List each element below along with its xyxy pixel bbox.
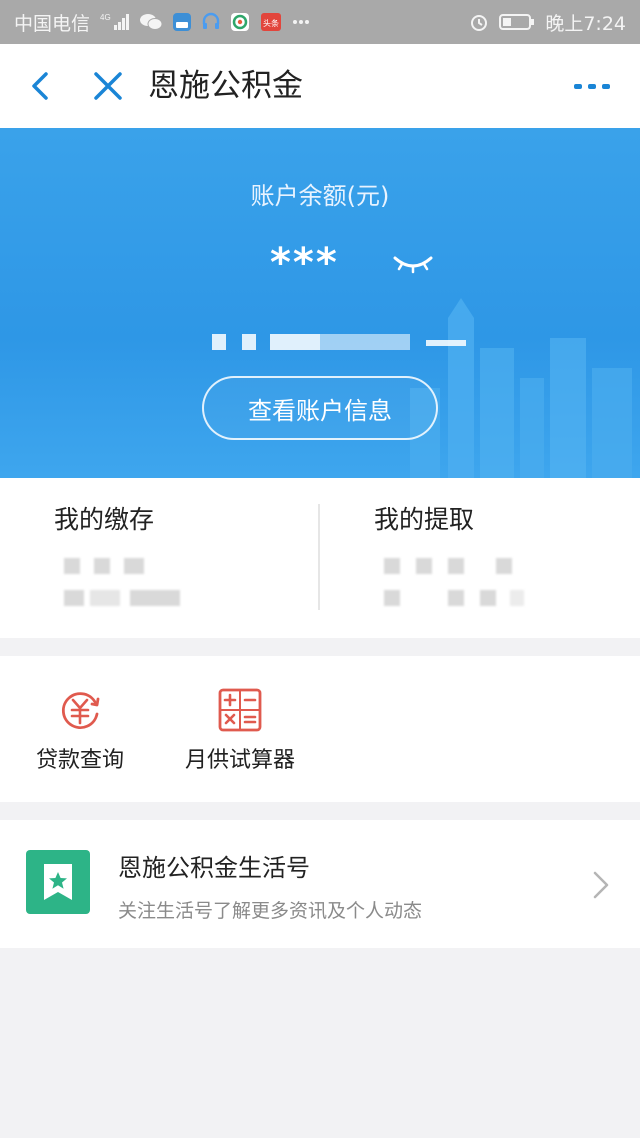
bookmark-star-icon	[44, 864, 72, 900]
chevron-right-icon	[593, 871, 609, 899]
app-icon	[172, 12, 192, 32]
account-banner: 账户余额(元) *** 查看账户信息	[0, 128, 640, 478]
my-withdrawal-card[interactable]: 我的提取	[320, 478, 640, 638]
my-deposit-label: 我的缴存	[54, 505, 155, 534]
carrier-label: 中国电信	[14, 12, 91, 35]
loan-query-button[interactable]: 贷款查询	[0, 656, 160, 802]
wechat-icon	[140, 13, 163, 31]
deposit-value-masked	[54, 558, 174, 574]
account-number-masked	[212, 330, 472, 352]
battery-icon	[499, 13, 535, 31]
eye-closed-icon	[393, 256, 433, 274]
browser-icon	[230, 12, 250, 32]
svg-text:头条: 头条	[263, 18, 279, 28]
deposit-date-masked	[54, 590, 194, 606]
monthly-payment-calculator-button[interactable]: 月供试算器	[160, 656, 320, 802]
close-icon	[94, 72, 122, 100]
headset-icon	[202, 12, 220, 32]
life-account-description: 关注生活号了解更多资讯及个人动态	[118, 900, 423, 922]
signal-icon: 4G	[100, 12, 130, 32]
loan-query-icon	[61, 692, 100, 730]
city-skyline-illustration	[410, 298, 632, 478]
summary-panel: 我的缴存 我的提取	[0, 478, 640, 638]
toggle-balance-visibility[interactable]	[392, 252, 434, 274]
toutiao-icon: 头条	[260, 12, 282, 32]
more-dots-icon	[292, 19, 310, 25]
title-bar: 恩施公积金	[0, 44, 640, 128]
more-button[interactable]	[570, 74, 614, 98]
withdrawal-date-masked	[384, 590, 534, 606]
svg-text:4G: 4G	[100, 13, 111, 22]
calculator-icon	[218, 688, 262, 732]
more-icon	[574, 84, 610, 89]
balance-value: ***	[270, 240, 339, 286]
life-account-row[interactable]: 恩施公积金生活号 关注生活号了解更多资讯及个人动态	[0, 820, 640, 948]
page-title: 恩施公积金	[148, 68, 303, 104]
loan-query-label: 贷款查询	[35, 748, 124, 773]
status-time: 晚上7:24	[545, 12, 626, 35]
monthly-payment-calculator-label: 月供试算器	[184, 748, 295, 773]
my-withdrawal-label: 我的提取	[374, 505, 475, 534]
my-deposit-card[interactable]: 我的缴存	[0, 478, 320, 638]
withdrawal-value-masked	[384, 558, 524, 574]
status-bar: 中国电信 4G 头条 晚上7:24	[0, 0, 640, 44]
back-arrow-icon	[32, 72, 48, 100]
life-account-name: 恩施公积金生活号	[118, 854, 310, 882]
tools-section: 贷款查询 月供试算器	[0, 656, 640, 802]
life-account-logo	[26, 850, 90, 914]
view-account-info-button[interactable]: 查看账户信息	[202, 376, 438, 440]
balance-label: 账户余额(元)	[250, 182, 390, 210]
close-button[interactable]	[88, 66, 128, 106]
alarm-icon	[469, 12, 489, 32]
back-button[interactable]	[22, 66, 62, 106]
